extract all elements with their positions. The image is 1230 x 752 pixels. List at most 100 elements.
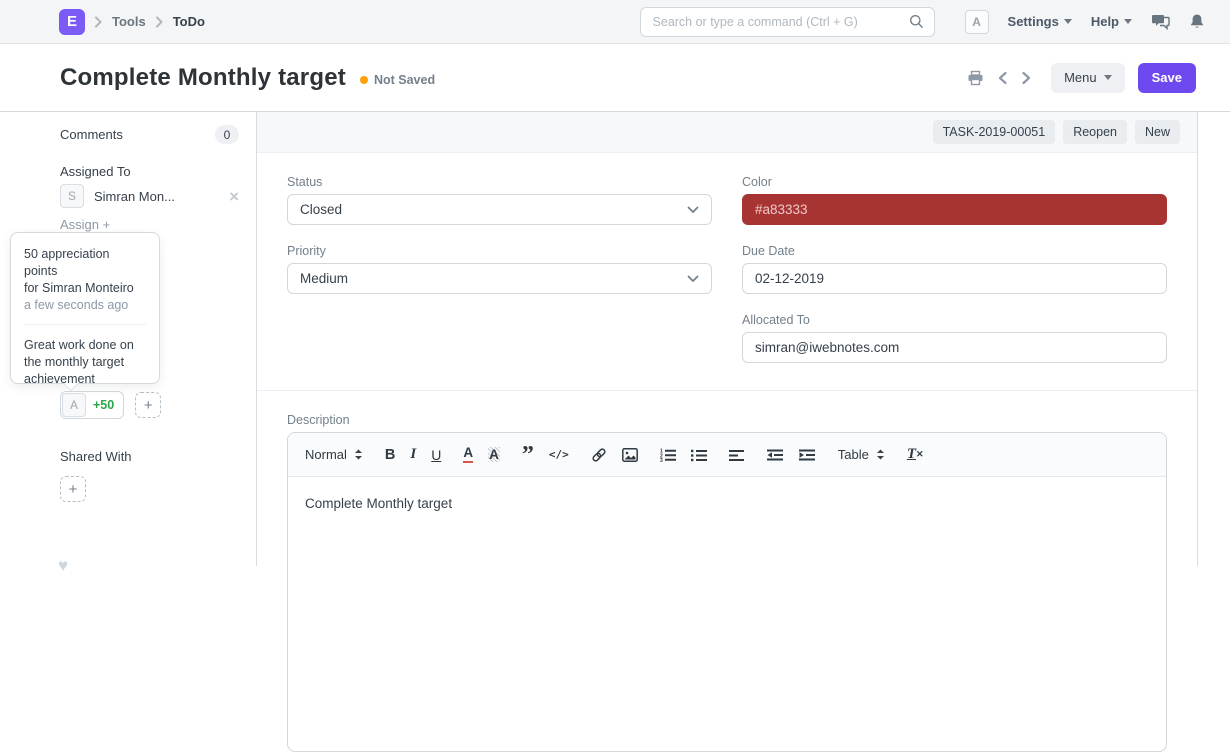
table-menu[interactable]: Table <box>838 447 885 462</box>
priority-value: Medium <box>300 271 348 286</box>
paragraph-style-select[interactable]: Normal <box>305 447 363 462</box>
assignee-name: Simran Mon... <box>94 189 175 204</box>
editor-content[interactable]: Complete Monthly target <box>288 477 1166 677</box>
status-select[interactable]: Closed <box>287 194 712 225</box>
menu-label: Menu <box>1064 70 1097 85</box>
indent-icon[interactable] <box>799 449 816 461</box>
comments-count-badge: 0 <box>215 125 239 144</box>
appreciation-popover: 50 appreciation points for Simran Montei… <box>10 232 160 384</box>
popover-arrow <box>63 383 79 391</box>
not-saved-label: Not Saved <box>374 73 435 87</box>
link-icon[interactable] <box>591 447 607 463</box>
priority-select[interactable]: Medium <box>287 263 712 294</box>
save-button[interactable]: Save <box>1138 63 1196 93</box>
add-review-button[interactable]: + <box>135 392 161 418</box>
underline-icon[interactable]: U <box>431 447 441 463</box>
popover-timestamp: a few seconds ago <box>24 297 146 314</box>
font-color-icon[interactable]: A <box>463 446 473 463</box>
rich-text-editor: Normal B I U A A ” </> <box>287 432 1167 752</box>
user-avatar[interactable]: A <box>965 10 989 34</box>
color-value: #a83333 <box>755 202 808 217</box>
settings-menu[interactable]: Settings <box>1008 14 1072 29</box>
popover-message-line: the monthly target <box>24 354 146 371</box>
search-input[interactable] <box>653 15 909 29</box>
reviews-row: A +50 + <box>60 391 239 419</box>
breadcrumb-chevron-icon <box>155 16 164 28</box>
allocated-to-input[interactable] <box>742 332 1167 363</box>
updown-arrows-icon <box>876 448 885 461</box>
chevron-down-icon <box>687 206 699 214</box>
comments-row[interactable]: Comments 0 <box>60 125 239 144</box>
clear-format-icon[interactable]: T✕ <box>907 446 924 463</box>
editor-toolbar: Normal B I U A A ” </> <box>288 433 1166 477</box>
ordered-list-icon[interactable]: 123 <box>660 448 676 462</box>
assignee-avatar: S <box>60 184 84 208</box>
settings-label: Settings <box>1008 14 1059 29</box>
status-field: Status Closed <box>287 175 712 228</box>
paragraph-style-value: Normal <box>305 447 347 462</box>
due-date-label: Due Date <box>742 244 1167 258</box>
save-label: Save <box>1152 70 1182 85</box>
doc-id-badge: TASK-2019-00051 <box>933 120 1056 144</box>
global-search <box>640 7 935 37</box>
page-title: Complete Monthly target <box>60 64 346 92</box>
share-add-button[interactable]: + <box>60 476 86 502</box>
popover-message-line: Great work done on <box>24 337 146 354</box>
allocated-to-field: Allocated To <box>742 313 1167 366</box>
italic-icon[interactable]: I <box>410 446 416 463</box>
prev-doc-chevron-icon[interactable] <box>997 71 1008 85</box>
navbar-right: A Settings Help <box>965 10 1230 34</box>
help-menu[interactable]: Help <box>1091 14 1132 29</box>
caret-down-icon <box>1064 19 1072 24</box>
help-label: Help <box>1091 14 1119 29</box>
new-status-badge: New <box>1135 120 1180 144</box>
popover-message-line: achievement <box>24 371 146 388</box>
code-icon[interactable]: </> <box>549 448 569 461</box>
caret-down-icon <box>1124 19 1132 24</box>
description-text: Complete Monthly target <box>305 496 452 511</box>
chevron-down-icon <box>687 275 699 283</box>
next-doc-chevron-icon[interactable] <box>1021 71 1032 85</box>
bold-icon[interactable]: B <box>385 447 395 463</box>
grid-spacer <box>287 313 712 366</box>
menu-button[interactable]: Menu <box>1051 63 1125 93</box>
status-label: Status <box>287 175 712 189</box>
not-saved-dot-icon <box>360 76 368 84</box>
print-icon[interactable] <box>967 70 984 86</box>
assignee-row[interactable]: S Simran Mon... × <box>60 184 239 208</box>
form-sidebar: Comments 0 Assigned To S Simran Mon... ×… <box>0 112 256 566</box>
chat-icon[interactable] <box>1151 14 1170 30</box>
image-icon[interactable] <box>622 448 638 462</box>
caret-down-icon <box>1104 75 1112 80</box>
page-header: Complete Monthly target Not Saved Menu S… <box>0 44 1230 112</box>
like-heart-icon[interactable]: ♥ <box>58 556 68 576</box>
due-date-input[interactable] <box>742 263 1167 294</box>
outdent-icon[interactable] <box>767 449 784 461</box>
review-points-pill[interactable]: A +50 <box>60 391 124 419</box>
breadcrumb-tools[interactable]: Tools <box>112 14 146 29</box>
bullet-list-icon[interactable] <box>691 448 707 462</box>
align-icon[interactable] <box>729 449 745 461</box>
doc-status: Not Saved <box>360 73 435 87</box>
allocated-to-label: Allocated To <box>742 313 1167 327</box>
shared-with-heading: Shared With <box>60 449 239 464</box>
search-icon[interactable] <box>909 14 924 29</box>
notifications-bell-icon[interactable] <box>1189 13 1205 30</box>
highlight-color-icon[interactable]: A <box>488 447 500 462</box>
assign-link[interactable]: Assign + <box>60 217 239 232</box>
color-value-box[interactable]: #a83333 <box>742 194 1167 225</box>
color-label: Color <box>742 175 1167 189</box>
description-label: Description <box>287 413 1167 427</box>
remove-assignee-icon[interactable]: × <box>229 188 239 205</box>
fields-grid: Status Closed Color #a83333 Priority Med… <box>257 153 1197 390</box>
app-logo[interactable]: E <box>59 9 85 35</box>
table-label: Table <box>838 447 869 462</box>
comments-label: Comments <box>60 127 123 142</box>
blockquote-icon[interactable]: ” <box>522 449 534 461</box>
reviewer-avatar: A <box>62 393 86 417</box>
updown-arrows-icon <box>354 448 363 461</box>
reopen-badge[interactable]: Reopen <box>1063 120 1127 144</box>
breadcrumb-todo[interactable]: ToDo <box>173 14 205 29</box>
priority-field: Priority Medium <box>287 244 712 297</box>
svg-text:3: 3 <box>660 458 663 462</box>
